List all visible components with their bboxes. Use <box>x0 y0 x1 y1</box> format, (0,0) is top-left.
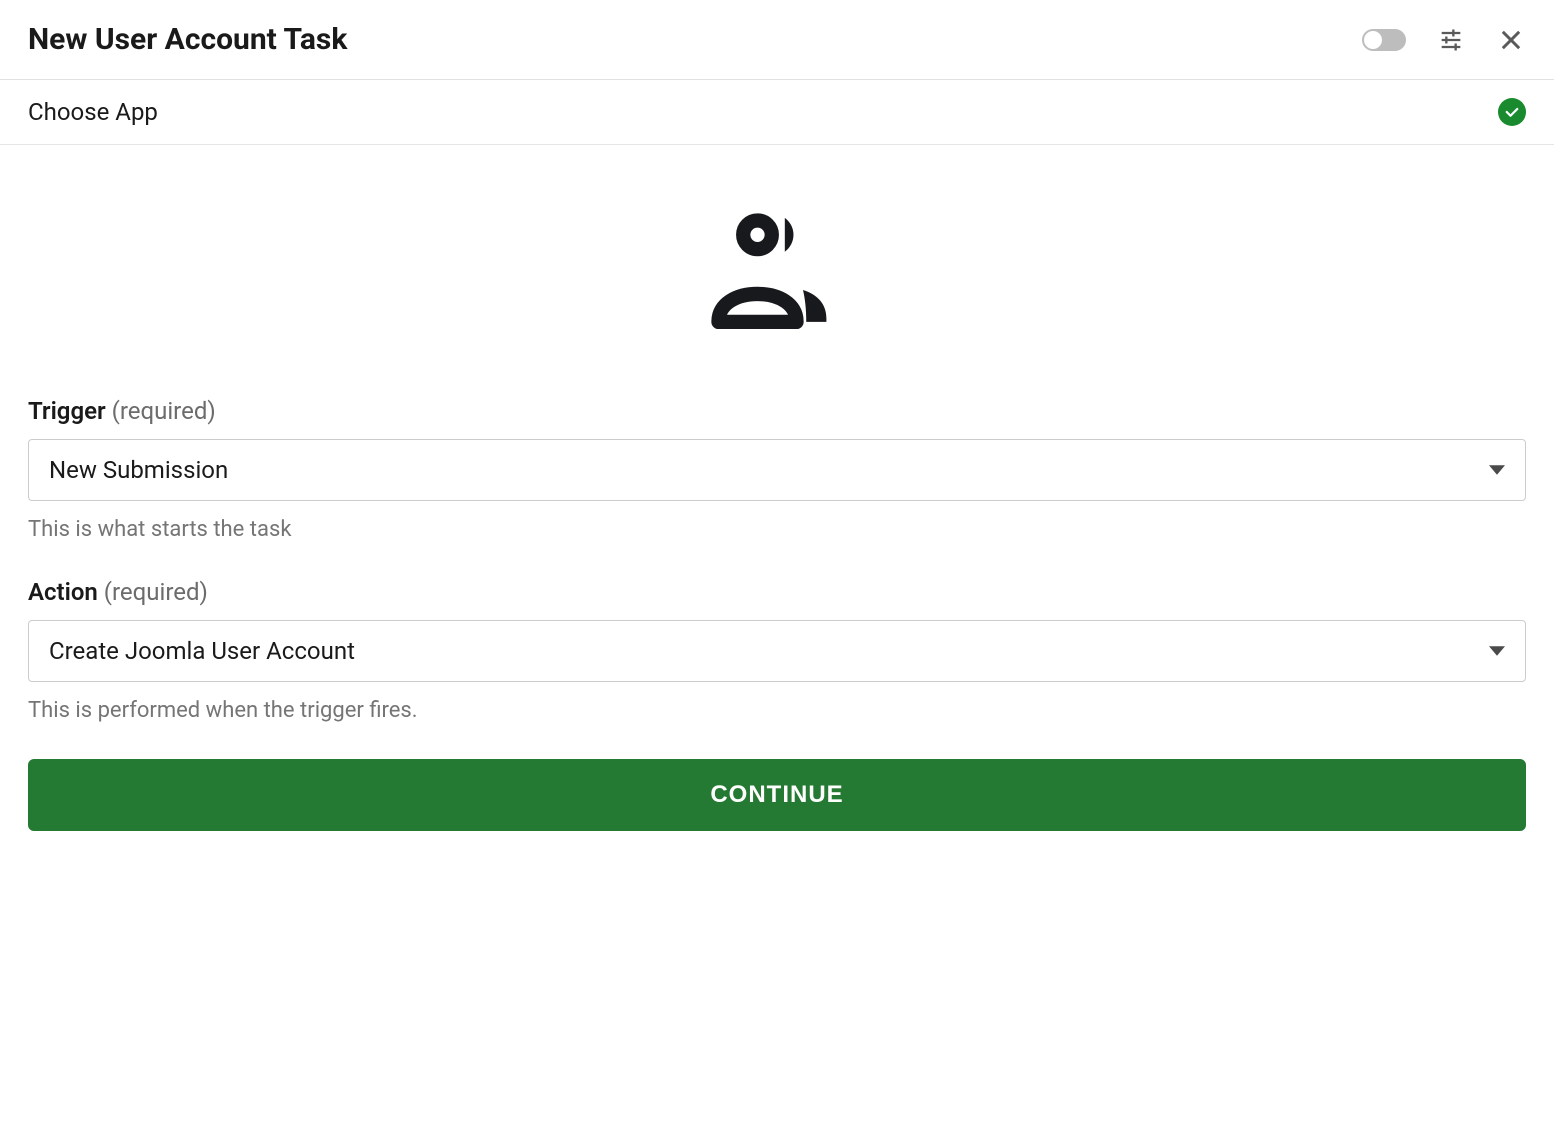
continue-button[interactable]: CONTINUE <box>28 759 1526 831</box>
trigger-label-name: Trigger <box>28 397 106 425</box>
people-icon <box>692 201 862 331</box>
header-actions <box>1362 25 1526 55</box>
action-help: This is performed when the trigger fires… <box>28 698 1526 723</box>
close-icon[interactable] <box>1496 25 1526 55</box>
chevron-down-icon <box>1489 643 1505 659</box>
section-choose-app[interactable]: Choose App <box>0 80 1554 145</box>
trigger-label-required: (required) <box>112 397 216 425</box>
tune-icon[interactable] <box>1436 25 1466 55</box>
page-title: New User Account Task <box>28 22 347 57</box>
header: New User Account Task <box>0 0 1554 80</box>
trigger-select[interactable]: New Submission <box>28 439 1526 501</box>
field-action: Action (required) Create Joomla User Acc… <box>28 578 1526 723</box>
action-label-required: (required) <box>104 578 208 606</box>
field-trigger: Trigger (required) New Submission This i… <box>28 397 1526 542</box>
app-icon-wrap <box>28 145 1526 387</box>
action-label: Action (required) <box>28 578 1526 606</box>
toggle-knob <box>1364 31 1382 49</box>
action-select-value: Create Joomla User Account <box>49 637 355 665</box>
chevron-down-icon <box>1489 462 1505 478</box>
toggle-switch[interactable] <box>1362 29 1406 51</box>
trigger-select-value: New Submission <box>49 456 228 484</box>
action-select[interactable]: Create Joomla User Account <box>28 620 1526 682</box>
trigger-label: Trigger (required) <box>28 397 1526 425</box>
action-label-name: Action <box>28 578 98 606</box>
check-badge-icon <box>1498 98 1526 126</box>
trigger-help: This is what starts the task <box>28 517 1526 542</box>
form-body: Trigger (required) New Submission This i… <box>0 145 1554 859</box>
section-title: Choose App <box>28 98 158 126</box>
